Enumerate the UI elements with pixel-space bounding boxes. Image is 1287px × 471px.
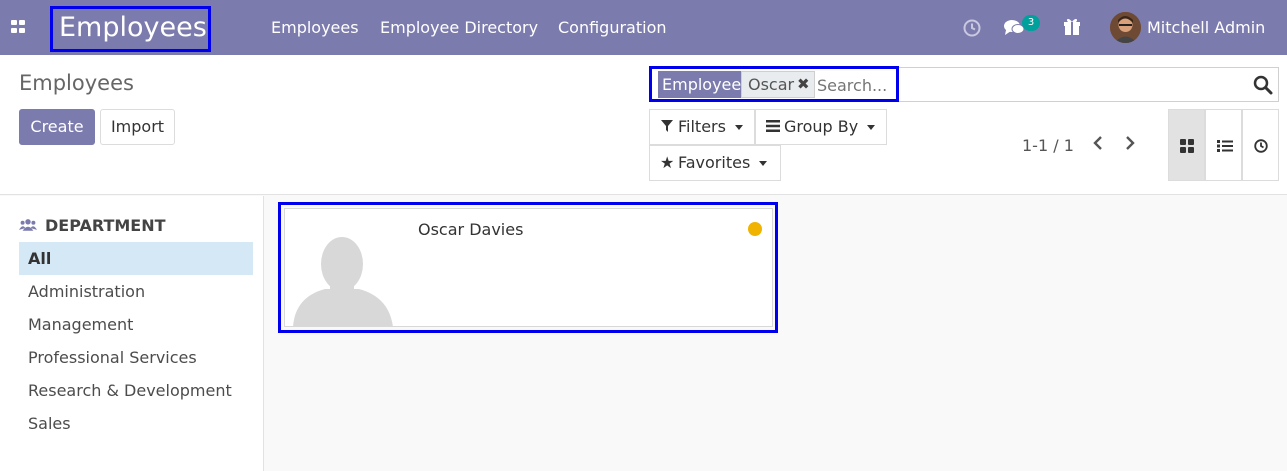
control-panel: Employees Create Import Employee Oscar ✖…: [0, 55, 1287, 195]
list-view-button[interactable]: [1205, 109, 1242, 181]
list-bars-icon: [766, 110, 780, 144]
star-icon: ★: [660, 153, 675, 172]
group-by-label: Group By: [784, 117, 859, 136]
group-by-dropdown[interactable]: Group By: [755, 109, 887, 145]
department-header: DEPARTMENT: [19, 216, 166, 235]
chevron-down-icon: [734, 125, 743, 130]
filters-label: Filters: [678, 117, 726, 136]
clock-icon: [1254, 139, 1268, 153]
department-item-sales[interactable]: Sales: [19, 407, 253, 440]
department-item-management[interactable]: Management: [19, 308, 253, 341]
employee-card[interactable]: Oscar Davies: [284, 208, 773, 327]
app-title[interactable]: Employees: [50, 6, 211, 52]
breadcrumb: Employees: [19, 71, 134, 95]
import-button[interactable]: Import: [100, 109, 175, 145]
avatar-placeholder-icon: [293, 237, 393, 326]
department-item-professional-services[interactable]: Professional Services: [19, 341, 253, 374]
activity-clock-icon[interactable]: [962, 16, 982, 38]
department-item-all[interactable]: All: [19, 242, 253, 275]
favorites-dropdown[interactable]: ★ Favorites: [649, 145, 781, 181]
department-header-label: DEPARTMENT: [45, 216, 166, 235]
filters-dropdown[interactable]: Filters: [649, 109, 755, 145]
menu-configuration[interactable]: Configuration: [558, 0, 667, 55]
users-icon: [19, 216, 39, 235]
activity-view-button[interactable]: [1242, 109, 1279, 181]
pager-previous-icon[interactable]: [1089, 135, 1107, 155]
search-facet-highlight: [649, 66, 899, 102]
presence-status-icon: [748, 222, 762, 236]
pager-value[interactable]: 1-1 / 1: [1022, 136, 1074, 155]
filter-icon: [660, 110, 674, 144]
department-side-panel: DEPARTMENT All Administration Management…: [0, 196, 264, 471]
pager-next-icon[interactable]: [1121, 135, 1139, 155]
user-avatar[interactable]: [1110, 12, 1141, 43]
search-icon[interactable]: [1253, 75, 1273, 95]
department-item-research-development[interactable]: Research & Development: [19, 374, 253, 407]
kanban-view-button[interactable]: [1168, 109, 1205, 181]
top-navbar: Employees Employees Employee Directory C…: [0, 0, 1287, 55]
menu-employees[interactable]: Employees: [271, 0, 359, 55]
create-button[interactable]: Create: [19, 109, 95, 145]
favorites-label: Favorites: [678, 153, 751, 172]
employee-name[interactable]: Oscar Davies: [418, 220, 523, 239]
chevron-down-icon: [759, 161, 768, 166]
menu-employee-directory[interactable]: Employee Directory: [380, 0, 538, 55]
department-item-administration[interactable]: Administration: [19, 275, 253, 308]
chevron-down-icon: [867, 125, 876, 130]
kanban-grid-icon: [1180, 139, 1194, 153]
list-icon: [1217, 140, 1233, 152]
gift-icon[interactable]: [1062, 16, 1082, 38]
apps-menu-icon[interactable]: [11, 20, 27, 34]
user-name[interactable]: Mitchell Admin: [1147, 0, 1265, 55]
messages-count-badge: 3: [1022, 15, 1040, 31]
